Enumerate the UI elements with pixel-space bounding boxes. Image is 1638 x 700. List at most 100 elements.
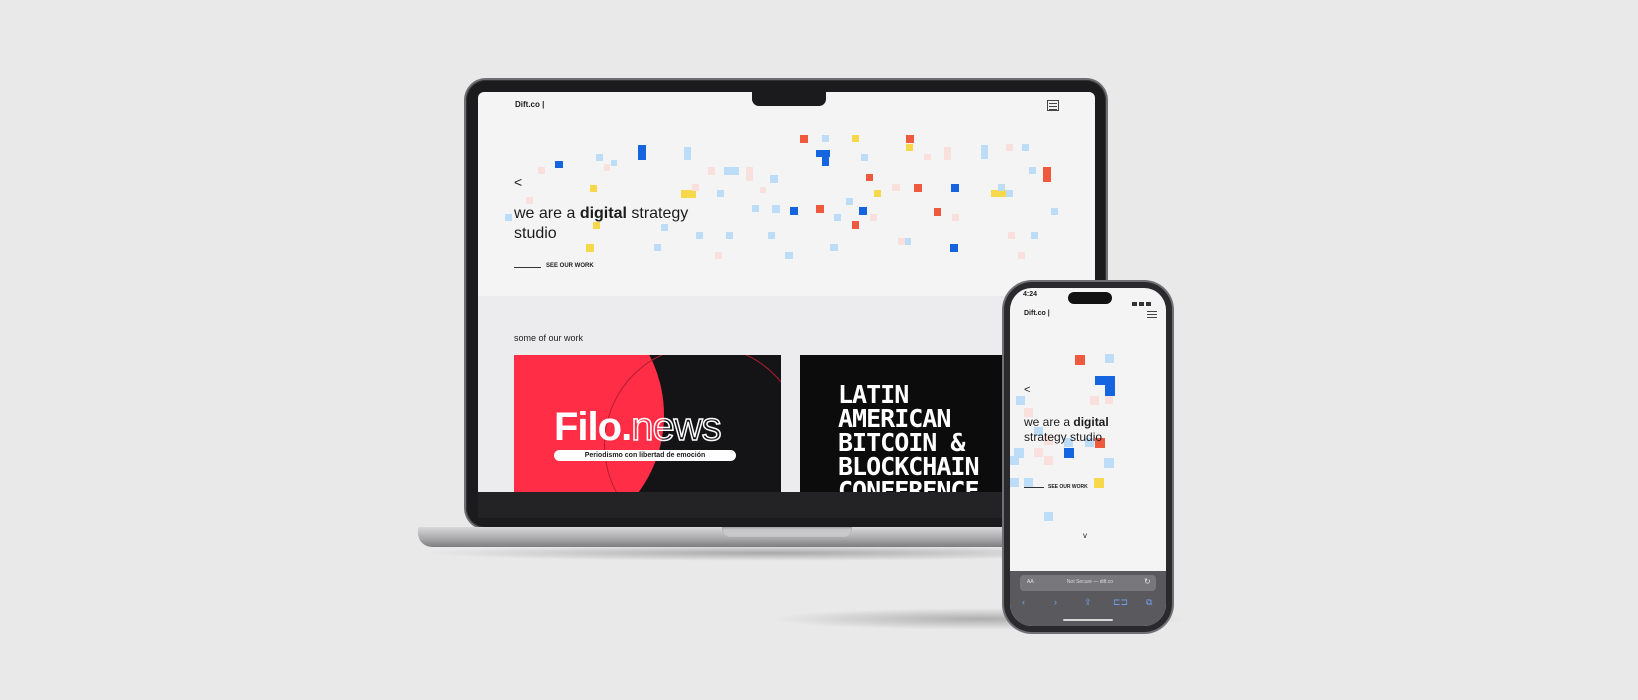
site-logo[interactable]: Dift.co | [1024,310,1050,317]
pixel-square [870,214,877,221]
pixel-square [1105,396,1113,404]
reload-icon[interactable]: ↻ [1144,577,1151,586]
pixel-square [1104,458,1114,468]
see-our-work-link[interactable]: SEE OUR WORK [1048,484,1088,490]
cta-line [514,267,541,268]
pixel-square [596,154,603,161]
filo-logo-main: Filo. [554,405,632,449]
pixel-square [906,144,913,151]
pixel-square [846,198,853,205]
pixel-square [681,190,696,198]
pixel-square [1031,232,1038,239]
pixel-square [1006,190,1013,197]
pixel-square [859,207,867,215]
battery-icon [1146,302,1151,306]
pixel-square [830,244,838,251]
pixel-square [768,232,775,239]
pixel-square [1090,396,1099,405]
pixel-square [1029,167,1036,174]
pixel-square [746,167,753,181]
hamburger-menu-icon[interactable] [1047,100,1059,111]
headline-prefix: we are a [514,205,580,222]
pixel-square [586,244,594,252]
back-arrow-icon[interactable]: < [1024,384,1030,396]
pixel-square [904,238,911,245]
site-logo[interactable]: Dift.co | [515,100,544,109]
pixel-square [944,147,951,160]
tabs-icon[interactable]: ⧉ [1146,597,1152,608]
pixel-square [924,154,931,160]
see-our-work-link[interactable]: SEE OUR WORK [546,263,594,269]
pixel-square [638,145,646,160]
filo-tagline: Periodismo con libertad de emoción [554,450,736,461]
pixel-square [1044,512,1053,521]
pixel-square [1018,252,1025,259]
pixel-square [1064,448,1074,458]
pixel-square [951,184,959,192]
back-arrow-icon[interactable]: < [514,174,522,190]
pixel-square [874,190,881,197]
pixel-square [1105,376,1115,396]
status-icons [1132,293,1156,306]
cta-line [1024,487,1044,488]
pixel-square [1006,144,1013,151]
pixel-square [950,244,958,252]
laptop-screen: Dift.co | < we are a digital strategy st… [478,92,1095,492]
phone-screen: 4:24 Dift.co | < we are a digital strate… [1010,288,1166,626]
headline-bold: digital [1073,415,1109,429]
pixel-square [611,160,617,166]
mockup-stage: Dift.co | < we are a digital strategy st… [0,0,1638,700]
pixel-square [505,214,512,221]
hamburger-menu-icon[interactable] [1147,309,1157,318]
pixel-square [654,244,661,251]
hero-headline: we are a digital strategy studio [514,204,734,244]
pixel-square [1014,448,1024,458]
pixel-square [555,161,563,168]
pixel-square [1024,478,1033,487]
pixel-square [715,252,722,259]
pixel-square [906,135,914,143]
pixel-square [590,185,597,192]
reader-aa-button[interactable]: AA [1027,579,1034,585]
headline-suffix: strategy studio [1024,430,1103,444]
pixel-square [708,167,715,175]
pixel-square [914,184,922,192]
pixel-square [852,135,859,142]
pixel-square [790,207,798,215]
share-icon[interactable]: ⇪ [1084,597,1092,608]
headline-bold: digital [579,205,627,222]
pixel-square [604,164,610,171]
pixel-square [998,184,1005,191]
pixel-square [684,147,691,160]
browser-toolbar: AA Not Secure — dift.co ↻ ‹ › ⇪ ⊏⊐ ⧉ [1010,571,1166,626]
pixel-square [861,154,868,161]
pixel-square [724,167,739,175]
laptop-groove [722,527,852,537]
pixel-square [800,135,808,143]
url-text: Not Secure — dift.co [1066,579,1114,585]
signal-icon [1132,302,1137,306]
pixel-square [772,205,780,213]
scroll-down-icon[interactable]: v [1083,531,1087,540]
pixel-square [1075,355,1085,365]
pixel-square [760,187,766,193]
pixel-square [770,175,778,183]
dynamic-island [1068,292,1112,304]
back-icon[interactable]: ‹ [1022,597,1025,607]
forward-icon[interactable]: › [1054,597,1057,607]
filo-logo-accent: news [630,405,722,449]
pixel-square [1034,448,1043,457]
hero-headline: we are a digital strategy studio [1024,415,1144,445]
pixel-square [1105,354,1114,363]
pixel-square [1010,478,1019,487]
browser-nav: ‹ › ⇪ ⊏⊐ ⧉ [1010,597,1166,611]
pixel-square [1044,456,1053,465]
bookmarks-icon[interactable]: ⊏⊐ [1113,597,1128,608]
pixel-square [717,190,724,197]
work-card-filo-news[interactable]: Filo.news Periodismo con libertad de emo… [514,355,781,492]
pixel-square [898,238,905,245]
address-bar[interactable]: AA Not Secure — dift.co ↻ [1020,575,1156,591]
work-section-title: some of our work [514,333,584,343]
pixel-square [952,214,959,221]
pixel-square [752,205,759,212]
